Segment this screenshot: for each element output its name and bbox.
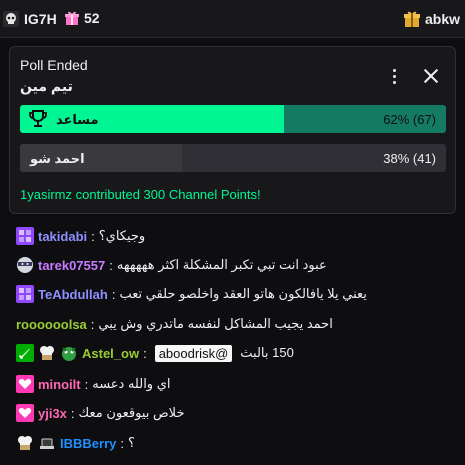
poll-option-2: احمد شو 38% (41) xyxy=(20,144,446,172)
chat-text: 150 بالبث xyxy=(240,345,294,360)
chat-text: احمد يجيب المشاكل لنفسه ماتدري وش يبي xyxy=(98,316,333,331)
chat-username[interactable]: takidabi xyxy=(38,229,87,244)
gift-icon xyxy=(404,11,420,27)
chat-message: roooooolsa: احمد يجيب المشاكل لنفسه ماتد… xyxy=(16,316,333,332)
chat-colon: : xyxy=(91,228,95,244)
chat-username[interactable]: TeAbdullah xyxy=(38,287,108,302)
chat-colon: : xyxy=(120,435,124,451)
subscriber-badge-icon xyxy=(16,285,34,303)
poll-option-2-label: احمد شو xyxy=(30,151,85,166)
chat-message: TeAbdullah: يعني يلا يافالكون هاتو العقد… xyxy=(16,285,367,303)
chat-text: اي والله دعسه xyxy=(92,376,171,391)
top-gifter-1[interactable]: IG7H xyxy=(2,10,57,28)
chat-message: tarek07557: عبود انت تبي تكبر المشكلة اك… xyxy=(16,256,327,274)
top-gifter-2[interactable]: 52 xyxy=(64,10,100,26)
chat-message: yji3x: خلاص بيوقعون معك xyxy=(16,404,184,422)
chat-colon: : xyxy=(111,286,116,302)
gift-icon xyxy=(65,11,79,25)
chat-message: minoilt: اي والله دعسه xyxy=(16,375,170,393)
chat-colon: : xyxy=(84,376,89,392)
chat-mention[interactable]: aboodrisk@ xyxy=(154,344,233,362)
chat-username[interactable]: minoilt xyxy=(38,377,81,392)
chat-text: يعني يلا يافالكون هاتو العقد واخلصو حلقي… xyxy=(119,286,367,301)
poll-card: Poll Ended تيم مين مساعد 62% (67) احمد ش… xyxy=(9,46,456,214)
chat-text: ؟ xyxy=(127,435,135,450)
chat-username[interactable]: roooooolsa xyxy=(16,317,87,332)
chat-text: خلاص بيوقعون معك xyxy=(78,405,185,420)
hat-badge-icon xyxy=(40,438,54,449)
poll-option-1-result: 62% (67) xyxy=(383,112,436,127)
chat-username[interactable]: IBBBerry xyxy=(60,436,116,451)
chat-colon: : xyxy=(143,345,147,361)
chat-colon: : xyxy=(90,316,95,332)
top-gifter-3[interactable]: abkw xyxy=(403,10,460,28)
close-icon[interactable] xyxy=(420,65,442,87)
subscriber-badge-icon xyxy=(16,227,34,245)
chat-message: IBBBerry: ؟ xyxy=(16,434,135,452)
chat-message: takidabi: وجيكاي؟ xyxy=(16,227,145,245)
chat-colon: : xyxy=(70,405,75,421)
sword-badge-icon xyxy=(16,344,34,362)
chat-text: وجيكاي؟ xyxy=(98,228,146,243)
poll-contribution: 1yasirmz contributed 300 Channel Points! xyxy=(20,187,261,202)
heart-badge-icon xyxy=(16,404,34,422)
chat-colon: : xyxy=(109,257,113,273)
skull-icon xyxy=(3,11,19,27)
more-options-icon[interactable] xyxy=(386,67,404,87)
chef-badge-icon xyxy=(18,436,32,450)
ninja-badge-icon xyxy=(17,257,33,273)
chef-badge-icon xyxy=(40,346,54,360)
poll-title: تيم مين xyxy=(20,78,73,94)
poll-status: Poll Ended xyxy=(20,57,88,73)
chat-text: عبود انت تبي تكبر المشكلة اكثر هههههه xyxy=(116,257,327,272)
dragon-badge-icon xyxy=(62,347,76,361)
chat-username[interactable]: Astel_ow xyxy=(82,346,139,361)
chat-message: Astel_ow: aboodrisk@ 150 بالبث xyxy=(16,344,294,362)
trophy-icon xyxy=(29,110,47,127)
top-gifter-3-name: abkw xyxy=(425,11,461,27)
chat-username[interactable]: tarek07557 xyxy=(38,258,105,273)
top-gifter-1-name: IG7H xyxy=(24,11,57,27)
poll-option-1-label: مساعد xyxy=(56,112,99,127)
hype-train-bar: IG7H 52 abkw xyxy=(0,0,465,38)
poll-option-2-result: 38% (41) xyxy=(383,151,436,166)
heart-badge-icon xyxy=(16,375,34,393)
poll-option-1: مساعد 62% (67) xyxy=(20,105,446,133)
chat-username[interactable]: yji3x xyxy=(38,406,67,421)
top-gifter-2-count: 52 xyxy=(84,10,100,26)
